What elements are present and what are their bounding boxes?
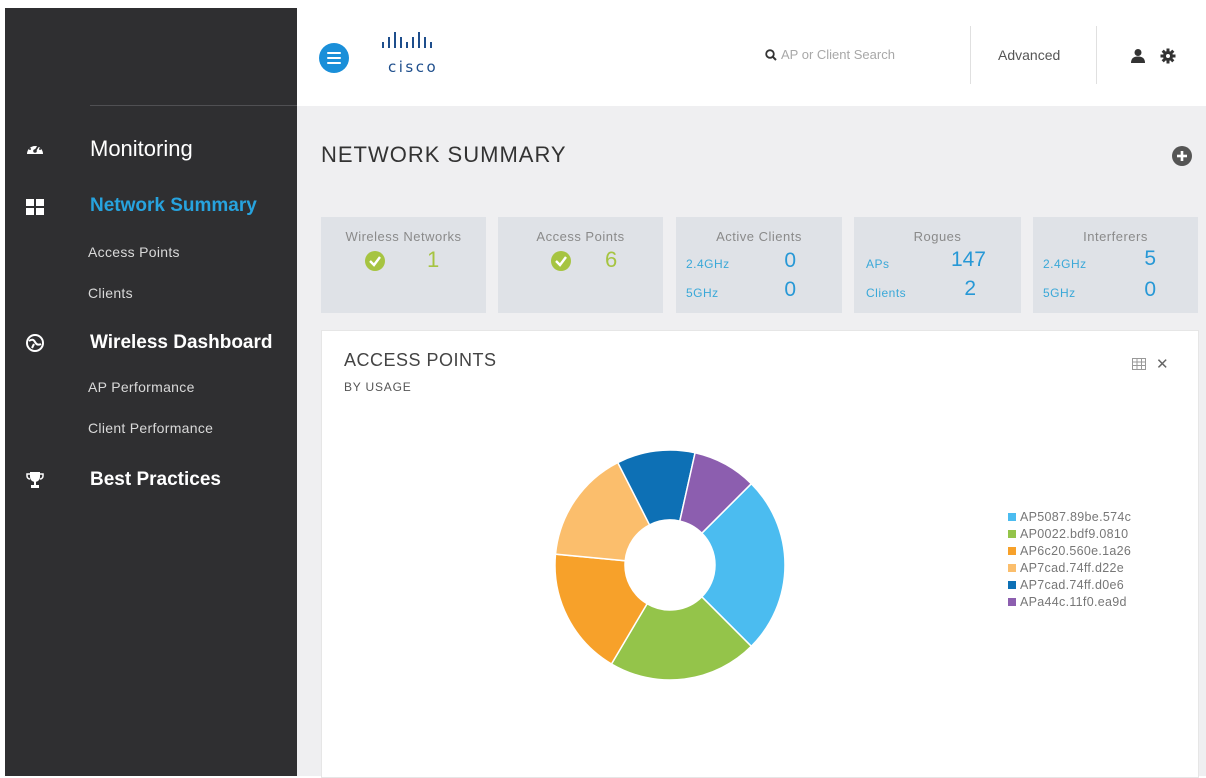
cisco-logo: cisco: [380, 30, 470, 78]
menu-toggle-button[interactable]: [319, 43, 349, 73]
legend-swatch: [1008, 598, 1016, 606]
row-value: 147: [950, 248, 986, 271]
sidebar-subitem-clients[interactable]: Clients: [88, 285, 133, 301]
wireless-networks-card[interactable]: Wireless Networks 1: [321, 217, 486, 313]
legend-label: AP5087.89be.574c: [1020, 510, 1132, 524]
access-points-panel: ACCESS POINTS BY USAGE ✕ AP5087.89be.574…: [321, 330, 1199, 778]
legend-item[interactable]: AP5087.89be.574c: [1008, 510, 1131, 527]
rogues-card[interactable]: Rogues APs 147 Clients 2: [854, 217, 1021, 313]
logo-text: cisco: [388, 58, 439, 76]
check-circle-icon: [551, 251, 571, 271]
trophy-icon: [25, 470, 45, 490]
legend-item[interactable]: AP6c20.560e.1a26: [1008, 544, 1131, 561]
chart-legend: AP5087.89be.574c AP0022.bdf9.0810 AP6c20.5…: [1008, 510, 1131, 612]
sidebar-item-monitoring[interactable]: Monitoring: [5, 132, 297, 166]
access-points-count: 6: [605, 247, 618, 272]
access-points-card[interactable]: Access Points 6: [498, 217, 663, 313]
sidebar-subitem-ap-performance[interactable]: AP Performance: [88, 379, 195, 395]
header-divider: [970, 26, 971, 84]
wireless-networks-count: 1: [427, 247, 440, 272]
close-icon[interactable]: ✕: [1156, 355, 1169, 373]
grid-icon: [25, 197, 45, 217]
legend-item[interactable]: AP0022.bdf9.0810: [1008, 527, 1131, 544]
search-icon: [765, 49, 777, 61]
card-title: Access Points: [536, 229, 625, 244]
table-view-icon[interactable]: [1132, 358, 1146, 370]
sidebar-item-best-practices[interactable]: Best Practices: [5, 463, 297, 497]
interferers-card[interactable]: Interferers 2.4GHz 5 5GHz 0: [1033, 217, 1198, 313]
legend-swatch: [1008, 513, 1016, 521]
row-label: 2.4GHz: [1043, 257, 1087, 271]
sidebar: Monitoring Network Summary Access Points…: [5, 8, 297, 776]
row-label: 5GHz: [1043, 286, 1076, 300]
sidebar-label-best-practices: Best Practices: [90, 469, 221, 490]
row-value: 0: [784, 278, 796, 301]
legend-item[interactable]: AP7cad.74ff.d22e: [1008, 561, 1131, 578]
row-value: 2: [964, 277, 976, 300]
row-value: 0: [784, 249, 796, 272]
legend-label: AP7cad.74ff.d0e6: [1020, 578, 1124, 592]
row-label: 5GHz: [686, 286, 719, 300]
sidebar-label-network-summary: Network Summary: [90, 195, 257, 216]
legend-label: AP0022.bdf9.0810: [1020, 527, 1129, 541]
panel-subtitle: BY USAGE: [344, 380, 412, 394]
legend-swatch: [1008, 581, 1016, 589]
sidebar-item-wireless-dashboard[interactable]: Wireless Dashboard: [5, 326, 297, 360]
usage-donut-chart: [554, 449, 786, 681]
legend-label: APa44c.11f0.ea9d: [1020, 595, 1127, 609]
card-title: Rogues: [913, 229, 962, 244]
legend-swatch: [1008, 564, 1016, 572]
search-input[interactable]: AP or Client Search: [765, 47, 895, 62]
row-label: APs: [866, 257, 890, 271]
page-title: NETWORK SUMMARY: [321, 142, 567, 167]
cisco-bars-icon: [382, 32, 432, 48]
legend-label: AP7cad.74ff.d22e: [1020, 561, 1124, 575]
sidebar-subitem-client-performance[interactable]: Client Performance: [88, 420, 213, 436]
sidebar-label-monitoring: Monitoring: [90, 136, 193, 161]
legend-item[interactable]: APa44c.11f0.ea9d: [1008, 595, 1131, 612]
legend-item[interactable]: AP7cad.74ff.d0e6: [1008, 578, 1131, 595]
active-clients-card[interactable]: Active Clients 2.4GHz 0 5GHz 0: [676, 217, 842, 313]
gear-icon[interactable]: [1160, 48, 1176, 64]
row-label: 2.4GHz: [686, 257, 730, 271]
top-header: cisco AP or Client Search Advanced: [297, 8, 1206, 106]
card-title: Wireless Networks: [345, 229, 462, 244]
add-widget-icon[interactable]: [1172, 146, 1192, 166]
speedometer-icon: [25, 139, 45, 159]
check-circle-icon: [365, 251, 385, 271]
user-icon[interactable]: [1130, 48, 1146, 64]
sidebar-label-wireless-dashboard: Wireless Dashboard: [90, 332, 273, 353]
row-label: Clients: [866, 286, 907, 300]
sidebar-divider: [90, 105, 297, 106]
search-placeholder: AP or Client Search: [781, 47, 895, 62]
legend-swatch: [1008, 547, 1016, 555]
card-title: Active Clients: [716, 229, 802, 244]
sidebar-item-network-summary[interactable]: Network Summary: [5, 190, 297, 224]
main-content: NETWORK SUMMARY Wireless Networks 1 Acce…: [297, 106, 1206, 778]
header-divider: [1096, 26, 1097, 84]
legend-label: AP6c20.560e.1a26: [1020, 544, 1132, 558]
card-title: Interferers: [1083, 229, 1148, 244]
dashboard-globe-icon: [25, 333, 45, 353]
panel-title: ACCESS POINTS: [344, 350, 497, 370]
legend-swatch: [1008, 530, 1016, 538]
advanced-button[interactable]: Advanced: [998, 47, 1060, 63]
row-value: 0: [1144, 278, 1156, 301]
row-value: 5: [1144, 247, 1156, 270]
sidebar-subitem-access-points[interactable]: Access Points: [88, 244, 180, 260]
